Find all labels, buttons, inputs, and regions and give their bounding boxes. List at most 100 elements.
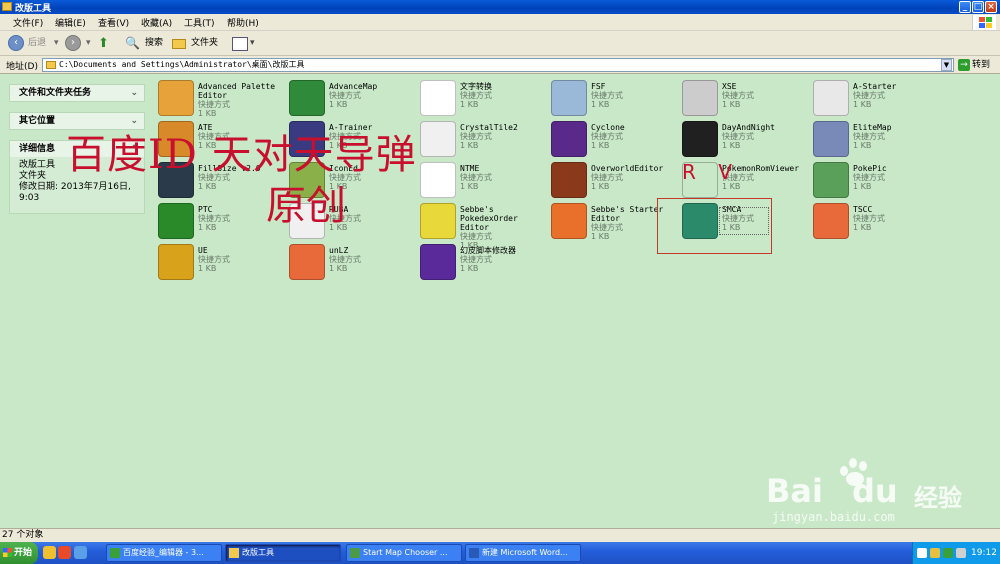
file-item[interactable]: OverworldEditor 快捷方式 1 KB (551, 162, 676, 200)
menu-help[interactable]: 帮助(H) (227, 16, 259, 29)
file-name: XSE (722, 82, 737, 91)
word-icon (469, 548, 479, 558)
baidu-du: du (852, 472, 898, 510)
taskbar-button[interactable]: Start Map Chooser ... (346, 544, 462, 562)
forward-arrow-icon[interactable]: › (65, 35, 81, 51)
file-type: 快捷方式 (853, 214, 885, 223)
file-type: 快捷方式 (460, 91, 492, 100)
go-button[interactable]: → 转到 (958, 58, 990, 72)
file-name: Cyclone (591, 123, 625, 132)
views-dropdown-icon[interactable]: ▾ (250, 35, 255, 52)
address-input[interactable]: C:\Documents and Settings\Administrator\… (42, 58, 954, 72)
tray-icon[interactable] (917, 548, 927, 558)
file-info: OverworldEditor 快捷方式 1 KB (591, 164, 676, 191)
system-tray: 19:12 (912, 542, 1000, 564)
windows-logo-icon (972, 15, 996, 30)
toolbar: ‹ 后退 ▾ › ▾ ⬆ 🔍 搜索 文件夹 ▾ (0, 31, 1000, 56)
file-item[interactable]: PTC 快捷方式 1 KB (158, 203, 283, 241)
file-info: PokePic 快捷方式 1 KB (853, 164, 938, 191)
address-path: C:\Documents and Settings\Administrator\… (59, 60, 305, 69)
forward-dropdown-icon[interactable]: ▾ (86, 35, 91, 52)
start-button[interactable]: 开始 (0, 542, 38, 564)
other-places-title: 其它位置 (19, 116, 56, 126)
magnifier-icon (551, 80, 587, 116)
file-item[interactable]: A-Starter 快捷方式 1 KB (813, 80, 938, 118)
file-info: Cyclone 快捷方式 1 KB (591, 123, 676, 150)
file-item[interactable]: Cyclone 快捷方式 1 KB (551, 121, 676, 159)
taskbar-button[interactable]: 新建 Microsoft Word... (465, 544, 581, 562)
file-type: 快捷方式 (460, 255, 492, 264)
file-type: 快捷方式 (722, 132, 754, 141)
file-type: 快捷方式 (853, 132, 885, 141)
tray-icon[interactable] (956, 548, 966, 558)
quicklaunch-media-icon[interactable] (58, 546, 71, 559)
gears-icon (682, 80, 718, 116)
search-icon[interactable]: 🔍 (125, 35, 140, 52)
file-name: OverworldEditor (591, 164, 664, 173)
maximize-button[interactable]: □ (972, 1, 984, 13)
tray-icon[interactable] (943, 548, 953, 558)
file-item[interactable]: TSCC 快捷方式 1 KB (813, 203, 938, 241)
file-item[interactable]: Sebbe's PokedexOrder Editor 快捷方式 1 KB (420, 203, 545, 250)
file-item[interactable]: XSE 快捷方式 1 KB (682, 80, 807, 118)
address-dropdown-icon[interactable]: ▼ (941, 59, 952, 71)
folder-icon (46, 61, 56, 69)
file-item[interactable]: AdvanceMap 快捷方式 1 KB (289, 80, 414, 118)
file-info: 幻皮脚本修改器 快捷方式 1 KB (460, 246, 545, 273)
tscc-icon (813, 203, 849, 239)
file-size: 1 KB (460, 100, 479, 109)
file-item[interactable]: NTME 快捷方式 1 KB (420, 162, 545, 200)
up-folder-icon[interactable]: ⬆ (98, 35, 109, 52)
back-button[interactable]: 后退 (28, 35, 46, 52)
file-item[interactable]: FSF 快捷方式 1 KB (551, 80, 676, 118)
file-item[interactable]: UE 快捷方式 1 KB (158, 244, 283, 282)
pokedex-icon (420, 203, 456, 239)
chevron-down-icon[interactable]: ⌄ (130, 85, 138, 101)
file-info: 文字转换 快捷方式 1 KB (460, 82, 545, 109)
go-arrow-icon: → (958, 59, 970, 71)
ue-icon (158, 244, 194, 280)
taskbar-button-active[interactable]: 改版工具 (225, 544, 341, 562)
back-arrow-icon[interactable]: ‹ (8, 35, 24, 51)
file-item[interactable]: 幻皮脚本修改器 快捷方式 1 KB (420, 244, 545, 282)
file-item[interactable]: Advanced Palette Editor 快捷方式 1 KB (158, 80, 283, 118)
menu-edit[interactable]: 编辑(E) (55, 16, 86, 29)
folders-button[interactable]: 文件夹 (191, 35, 218, 52)
file-type: 快捷方式 (591, 91, 623, 100)
taskbar-button[interactable]: 百度经验_编辑器 - 3... (106, 544, 222, 562)
menu-favorites[interactable]: 收藏(A) (141, 16, 172, 29)
minimize-button[interactable]: _ (959, 1, 971, 13)
taskbar-button-label: 百度经验_编辑器 - 3... (123, 548, 204, 557)
close-button[interactable]: × (985, 1, 997, 13)
search-button[interactable]: 搜索 (145, 35, 163, 52)
file-size: 1 KB (198, 109, 217, 118)
taskbar: 开始 百度经验_编辑器 - 3... 改版工具 Start Map Choose… (0, 542, 1000, 564)
file-type: 快捷方式 (329, 91, 361, 100)
focus-rectangle (719, 207, 769, 235)
baidu-jingyan: 经验 (914, 484, 962, 512)
tasks-panel[interactable]: 文件和文件夹任务 ⌄ (9, 84, 145, 102)
file-item[interactable]: CrystalTile2 快捷方式 1 KB (420, 121, 545, 159)
quicklaunch-desktop-icon[interactable] (74, 546, 87, 559)
file-type: 快捷方式 (329, 255, 361, 264)
unlz-icon (289, 244, 325, 280)
file-item[interactable]: 文字转换 快捷方式 1 KB (420, 80, 545, 118)
file-item[interactable]: unLZ 快捷方式 1 KB (289, 244, 414, 282)
back-dropdown-icon[interactable]: ▾ (54, 35, 59, 52)
menu-file[interactable]: 文件(F) (13, 16, 43, 29)
crystal-icon (420, 121, 456, 157)
file-item[interactable]: DayAndNight 快捷方式 1 KB (682, 121, 807, 159)
file-item[interactable]: EliteMap 快捷方式 1 KB (813, 121, 938, 159)
pokepic-icon (813, 162, 849, 198)
views-icon[interactable] (232, 37, 248, 51)
address-label: 地址(D) (6, 62, 38, 72)
file-item[interactable]: PokePic 快捷方式 1 KB (813, 162, 938, 200)
quicklaunch-ie-icon[interactable] (43, 546, 56, 559)
status-object-count: 27 个对象 (2, 530, 44, 540)
folders-icon[interactable] (172, 39, 186, 49)
menu-tools[interactable]: 工具(T) (184, 16, 215, 29)
tray-icon[interactable] (930, 548, 940, 558)
file-size: 1 KB (853, 223, 872, 232)
file-size: 1 KB (329, 264, 348, 273)
menu-view[interactable]: 查看(V) (98, 16, 129, 29)
